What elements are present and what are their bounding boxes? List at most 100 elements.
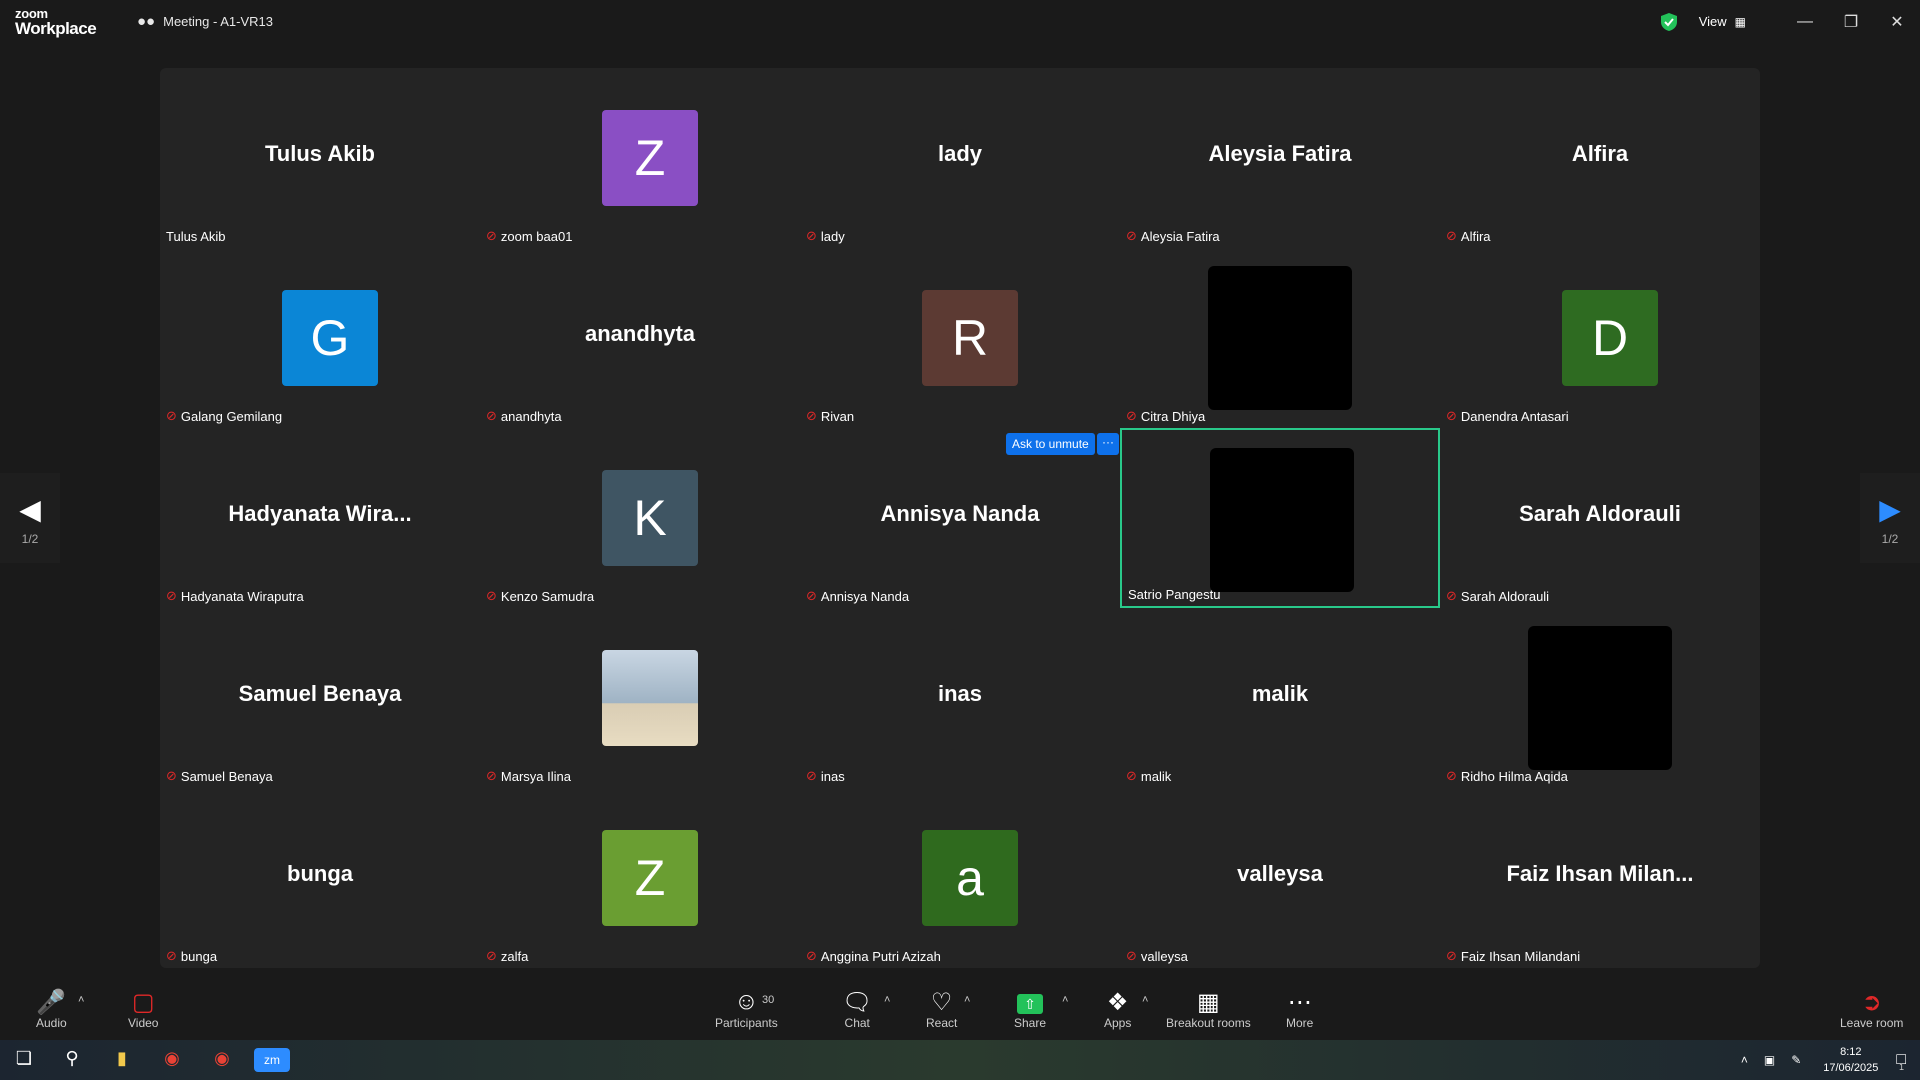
share-caret-icon[interactable]: ˄	[1062, 994, 1068, 1006]
meeting-title[interactable]: ●● Meeting - A1-VR13	[137, 13, 273, 30]
participant-name: zalfa	[500, 948, 529, 964]
ask-to-unmute-button[interactable]: Ask to unmute	[1006, 433, 1095, 455]
participant-tile[interactable]: Faiz Ihsan Milan... ⊘ Faiz Ihsan Milandani	[1440, 788, 1760, 968]
participant-tile[interactable]: ⊘ Ridho Hilma Aqida	[1440, 608, 1760, 788]
participant-tile[interactable]: R ⊘ Rivan	[800, 248, 1120, 428]
participant-tile[interactable]: G ⊘ Galang Gemilang	[160, 248, 480, 428]
participant-name-tag: ⊘ Citra Dhiya	[1126, 408, 1205, 424]
security-shield-icon[interactable]	[1659, 12, 1679, 32]
participant-tile[interactable]: Alfira ⊘ Alfira	[1440, 68, 1760, 248]
minimize-button[interactable]: —	[1782, 13, 1828, 31]
participant-display-name: Sarah Aldorauli	[1519, 501, 1681, 526]
chrome-icon[interactable]: ◉	[158, 1048, 186, 1072]
more-options-icon[interactable]: ···	[1097, 433, 1119, 455]
participant-name-tag: ⊘ Annisya Nanda	[806, 588, 909, 604]
apps-icon: ❖	[1106, 989, 1129, 1016]
close-button[interactable]: ✕	[1874, 12, 1920, 32]
participant-tile[interactable]: valleysa ⊘ valleysa	[1120, 788, 1440, 968]
chat-icon: 🗨	[842, 989, 873, 1016]
audio-caret-icon[interactable]: ˄	[78, 994, 84, 1006]
participant-name: Faiz Ihsan Milandani	[1460, 948, 1581, 964]
view-button[interactable]: View ▦	[1699, 14, 1746, 29]
mic-muted-icon: ⊘	[1446, 408, 1457, 423]
page-indicator-left: 1/2	[21, 532, 39, 546]
participant-name-tag: ⊘ valleysa	[1126, 948, 1188, 964]
chat-caret-icon[interactable]: ˄	[884, 994, 890, 1006]
participant-name-tag: ⊘ anandhyta	[486, 408, 562, 424]
restore-button[interactable]: ❐	[1828, 12, 1874, 32]
react-caret-icon[interactable]: ˄	[964, 994, 970, 1006]
audio-button[interactable]: 🎤 Audio	[36, 988, 67, 1030]
react-button[interactable]: ♡ React	[926, 988, 957, 1030]
participant-name-tag: ⊘ Hadyanata Wiraputra	[166, 588, 304, 604]
heart-icon: ♡	[930, 989, 953, 1016]
participant-name: Kenzo Samudra	[500, 588, 595, 604]
participant-tile[interactable]: Hadyanata Wira... ⊘ Hadyanata Wiraputra	[160, 428, 480, 608]
apps-caret-icon[interactable]: ˄	[1142, 994, 1148, 1006]
video-feed	[1528, 626, 1672, 770]
mic-muted-icon: ⊘	[486, 408, 497, 423]
mic-muted-icon: 🎤	[36, 989, 67, 1016]
zoom-taskbar-icon[interactable]: zm	[254, 1048, 290, 1072]
participant-tile[interactable]: bunga ⊘ bunga	[160, 788, 480, 968]
participant-display-name: Tulus Akib	[265, 141, 375, 166]
mic-muted-icon: ⊘	[1126, 948, 1137, 963]
participant-tile[interactable]: Tulus Akib Tulus Akib	[160, 68, 480, 248]
windows-start-icon[interactable]: ❏	[10, 1048, 38, 1072]
chevron-up-icon[interactable]: ˄	[1741, 1053, 1748, 1067]
participant-name-tag: Satrio Pangestu	[1128, 587, 1221, 602]
chat-button[interactable]: 🗨 Chat	[842, 988, 872, 1030]
participant-tile[interactable]: Samuel Benaya ⊘ Samuel Benaya	[160, 608, 480, 788]
title-bar: zoom Workplace ●● Meeting - A1-VR13 View…	[0, 0, 1920, 43]
participant-name: anandhyta	[500, 408, 562, 424]
search-icon[interactable]: ⚲	[58, 1048, 86, 1072]
prev-page-button[interactable]: ◀ 1/2	[0, 473, 60, 563]
participant-tile[interactable]: lady ⊘ lady	[800, 68, 1120, 248]
participant-tile[interactable]: a ⊘ Anggina Putri Azizah	[800, 788, 1120, 968]
participant-tile[interactable]: Z ⊘ zalfa	[480, 788, 800, 968]
participant-name-tag: ⊘ Ridho Hilma Aqida	[1446, 768, 1568, 784]
participant-tile[interactable]: ⊘ Citra Dhiya	[1120, 248, 1440, 428]
apps-button[interactable]: ❖ Apps	[1104, 988, 1131, 1030]
file-explorer-icon[interactable]: ▮	[108, 1048, 136, 1072]
notification-count: 1	[1898, 1062, 1904, 1072]
participants-label: Participants	[715, 1016, 778, 1030]
participant-tile[interactable]: inas ⊘ inas	[800, 608, 1120, 788]
participant-tile[interactable]: K ⊘ Kenzo Samudra	[480, 428, 800, 608]
clock[interactable]: 8:12 17/06/2025	[1823, 1044, 1878, 1076]
participant-tile[interactable]: ⊘ Marsya Ilina	[480, 608, 800, 788]
participant-display-name: Samuel Benaya	[238, 681, 402, 706]
logo-line2: Workplace	[15, 18, 97, 38]
breakout-rooms-button[interactable]: ▦ Breakout rooms	[1166, 988, 1251, 1030]
network-icon[interactable]: ▣	[1764, 1053, 1775, 1067]
chat-label: Chat	[844, 1016, 870, 1030]
view-label: View	[1698, 14, 1727, 29]
participant-tile[interactable]: Aleysia Fatira ⊘ Aleysia Fatira	[1120, 68, 1440, 248]
video-button[interactable]: ▢ Video	[128, 988, 158, 1030]
participant-tile[interactable]: anandhyta ⊘ anandhyta	[480, 248, 800, 428]
mic-muted-icon: ⊘	[1126, 408, 1137, 423]
participant-tile[interactable]: Annisya Nanda ⊘ Annisya Nanda	[800, 428, 1120, 608]
participant-tile[interactable]: D ⊘ Danendra Antasari	[1440, 248, 1760, 428]
mic-muted-icon: ⊘	[806, 948, 817, 963]
participants-count: 30	[762, 994, 775, 1006]
participant-name-tag: ⊘ Samuel Benaya	[166, 768, 273, 784]
more-button[interactable]: ⋯ More	[1286, 988, 1313, 1030]
participant-tile[interactable]: malik ⊘ malik	[1120, 608, 1440, 788]
participant-name: Ridho Hilma Aqida	[1460, 768, 1568, 784]
participant-name-tag: ⊘ Danendra Antasari	[1446, 408, 1569, 424]
breakout-grid-icon: ▦	[1197, 989, 1220, 1016]
participant-tile[interactable]: Sarah Aldorauli ⊘ Sarah Aldorauli	[1440, 428, 1760, 608]
clock-time: 8:12	[1840, 1046, 1862, 1058]
participant-tile[interactable]: Satrio Pangestu	[1120, 428, 1440, 608]
share-button[interactable]: ⇧ Share	[1014, 988, 1046, 1030]
participant-name-tag: ⊘ Faiz Ihsan Milandani	[1446, 948, 1580, 964]
participant-name-tag: ⊘ malik	[1126, 768, 1171, 784]
participant-tile[interactable]: Z ⊘ zoom baa01	[480, 68, 800, 248]
leave-room-button[interactable]: ➲ Leave room	[1840, 988, 1903, 1030]
breakout-label: Breakout rooms	[1166, 1016, 1251, 1030]
participant-name-tag: Tulus Akib	[166, 229, 226, 244]
pen-icon[interactable]: ✎	[1791, 1053, 1801, 1067]
chrome-profile-icon[interactable]: ◉	[208, 1048, 236, 1072]
next-page-button[interactable]: ▶ 1/2	[1860, 473, 1920, 563]
